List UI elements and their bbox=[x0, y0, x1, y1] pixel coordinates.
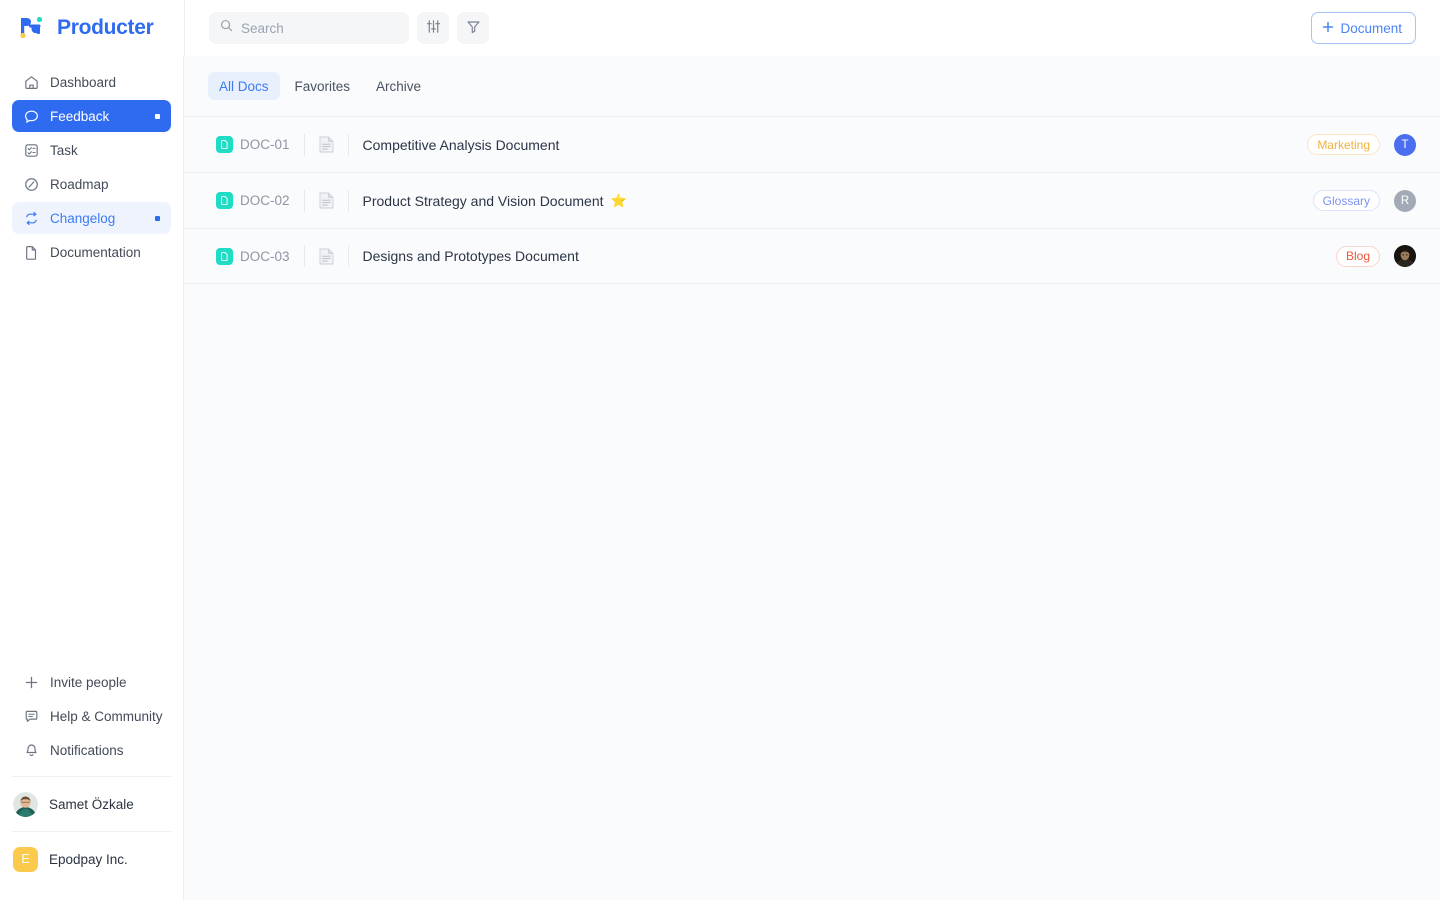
topbar-tools bbox=[185, 12, 489, 44]
sidebar-utilities: Invite people Help & Community Notificat… bbox=[0, 666, 183, 776]
home-icon bbox=[23, 74, 40, 91]
sidebar-item-label: Task bbox=[50, 142, 78, 158]
document-key: DOC-01 bbox=[240, 137, 290, 152]
producter-logo-icon bbox=[18, 15, 48, 41]
org-name: Epodpay Inc. bbox=[49, 851, 128, 867]
tab-favorites[interactable]: Favorites bbox=[284, 72, 362, 100]
sidebar-notification-dot bbox=[155, 215, 160, 221]
top-bar: Producter Search Document bbox=[0, 0, 1440, 56]
sidebar-bottom: Invite people Help & Community Notificat… bbox=[0, 666, 183, 900]
row-divider-2 bbox=[347, 245, 349, 267]
sidebar-user-account[interactable]: Samet Özkale bbox=[0, 777, 183, 831]
sidebar-organization[interactable]: E Epodpay Inc. bbox=[0, 832, 183, 886]
brand-logo-area[interactable]: Producter bbox=[0, 0, 184, 56]
file-icon bbox=[23, 244, 40, 261]
row-divider bbox=[303, 189, 305, 212]
sidebar-item-label: Dashboard bbox=[50, 74, 117, 90]
body-row: Dashboard Feedback Task Roadmap Changelo… bbox=[0, 56, 1440, 900]
sidebar-notification-dot bbox=[155, 113, 160, 119]
page-icon bbox=[319, 136, 334, 153]
document-badge-icon bbox=[216, 136, 233, 153]
table-row[interactable]: DOC-03 Designs and Prototypes Document B… bbox=[184, 228, 1440, 284]
sidebar-item-help-community[interactable]: Help & Community bbox=[12, 700, 171, 732]
filter-funnel-icon bbox=[466, 19, 481, 37]
new-document-button[interactable]: Document bbox=[1311, 12, 1416, 44]
comment-icon bbox=[23, 708, 40, 725]
sliders-icon bbox=[426, 19, 441, 37]
sidebar-item-task[interactable]: Task bbox=[12, 134, 171, 166]
table-row[interactable]: DOC-02 Product Strategy and Vision Docum… bbox=[184, 172, 1440, 228]
row-divider bbox=[303, 245, 305, 267]
avatar[interactable]: R bbox=[1394, 189, 1416, 212]
sidebar-item-invite-people[interactable]: Invite people bbox=[12, 666, 171, 698]
avatar[interactable] bbox=[1394, 245, 1416, 267]
app-root: Producter Search Document Dashboard Feed… bbox=[0, 0, 1440, 900]
sidebar-item-label: Documentation bbox=[50, 244, 141, 260]
tab-archive[interactable]: Archive bbox=[365, 72, 432, 100]
refresh-loop-icon bbox=[23, 210, 40, 227]
tab-all-docs[interactable]: All Docs bbox=[208, 72, 280, 100]
favorite-star-icon: ⭐ bbox=[610, 193, 627, 208]
row-divider-2 bbox=[347, 189, 349, 212]
sort-button[interactable] bbox=[417, 12, 449, 44]
status-badge[interactable]: Blog bbox=[1335, 245, 1380, 267]
search-input[interactable] bbox=[241, 20, 398, 36]
sidebar-item-label: Help & Community bbox=[50, 708, 163, 724]
new-document-button-label: Document bbox=[1340, 20, 1402, 36]
sidebar-item-changelog[interactable]: Changelog bbox=[12, 202, 171, 234]
user-photo-avatar bbox=[13, 791, 38, 817]
status-badge[interactable]: Marketing bbox=[1307, 134, 1380, 155]
page-icon bbox=[319, 192, 334, 209]
org-initial-badge: E bbox=[13, 846, 38, 872]
page-icon bbox=[319, 248, 334, 265]
main-content: All Docs Favorites Archive DOC-01 Compet… bbox=[184, 56, 1440, 900]
avatar[interactable]: T bbox=[1394, 133, 1416, 156]
sidebar-item-dashboard[interactable]: Dashboard bbox=[12, 66, 171, 98]
sidebar-item-label: Invite people bbox=[50, 674, 127, 690]
document-title: Competitive Analysis Document bbox=[362, 136, 560, 153]
sidebar-item-documentation[interactable]: Documentation bbox=[12, 236, 171, 268]
sidebar-item-feedback[interactable]: Feedback bbox=[12, 100, 171, 132]
sidebar-item-label: Feedback bbox=[50, 108, 110, 124]
doc-tabs: All Docs Favorites Archive bbox=[184, 56, 1440, 116]
plus-icon bbox=[23, 674, 40, 691]
chat-bubble-icon bbox=[23, 108, 40, 125]
status-badge[interactable]: Glossary bbox=[1312, 190, 1380, 211]
checklist-icon bbox=[23, 142, 40, 159]
sidebar-item-label: Changelog bbox=[50, 210, 116, 226]
filter-button[interactable] bbox=[457, 12, 489, 44]
user-name: Samet Özkale bbox=[49, 796, 134, 812]
sidebar: Dashboard Feedback Task Roadmap Changelo… bbox=[0, 56, 184, 900]
document-badge-icon bbox=[216, 247, 233, 265]
document-title: Designs and Prototypes Document bbox=[362, 248, 579, 264]
document-key: DOC-03 bbox=[240, 248, 290, 264]
sidebar-item-label: Roadmap bbox=[50, 176, 109, 192]
table-row[interactable]: DOC-01 Competitive Analysis Document Mar… bbox=[184, 116, 1440, 172]
brand-name: Producter bbox=[57, 16, 154, 39]
row-divider-2 bbox=[347, 133, 349, 156]
document-title: Product Strategy and Vision Document bbox=[362, 192, 604, 209]
row-divider bbox=[303, 133, 305, 156]
sidebar-item-notifications[interactable]: Notifications bbox=[12, 734, 171, 766]
sidebar-nav: Dashboard Feedback Task Roadmap Changelo… bbox=[0, 66, 183, 268]
sidebar-item-roadmap[interactable]: Roadmap bbox=[12, 168, 171, 200]
document-badge-icon bbox=[216, 192, 233, 209]
search-box[interactable] bbox=[209, 12, 409, 44]
search-icon bbox=[220, 19, 233, 37]
document-key: DOC-02 bbox=[240, 193, 290, 208]
sidebar-item-label: Notifications bbox=[50, 742, 124, 758]
plus-icon bbox=[1322, 21, 1334, 36]
compass-icon bbox=[23, 176, 40, 193]
document-list: DOC-01 Competitive Analysis Document Mar… bbox=[184, 116, 1440, 284]
bell-icon bbox=[23, 742, 40, 759]
